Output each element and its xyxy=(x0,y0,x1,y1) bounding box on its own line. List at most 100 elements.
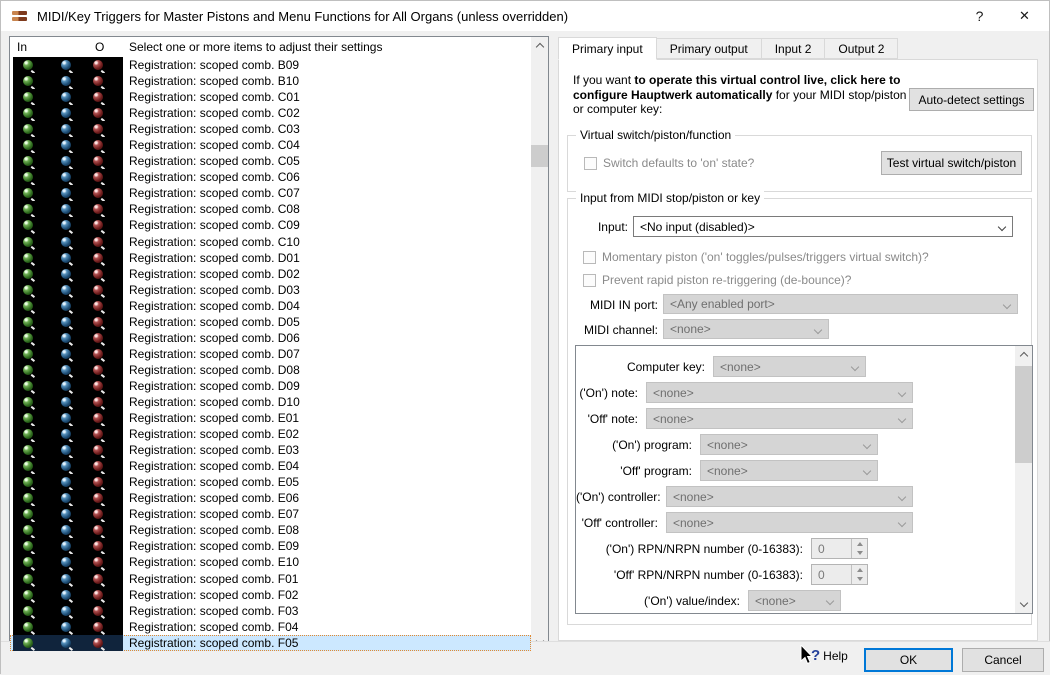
vertical-scroll-thumb[interactable] xyxy=(1015,366,1032,463)
mid-led-icon xyxy=(61,380,71,391)
list-item[interactable]: Registration: scoped comb. C06 xyxy=(10,169,531,186)
list-item[interactable]: Registration: scoped comb. C01 xyxy=(10,89,531,106)
in-led-icon xyxy=(23,316,33,327)
mid-led-icon xyxy=(61,605,71,616)
list-item[interactable]: Registration: scoped comb. E08 xyxy=(10,522,531,539)
scroll-up-button[interactable] xyxy=(531,37,548,54)
detail-combobox: <none> xyxy=(666,512,913,533)
help-question-icon: ? xyxy=(811,647,821,664)
in-led-icon xyxy=(23,445,33,456)
app-icon xyxy=(12,10,28,23)
led-strip xyxy=(13,185,123,202)
tab-primary-output[interactable]: Primary output xyxy=(655,38,762,59)
list-item[interactable]: Registration: scoped comb. D07 xyxy=(10,345,531,362)
scroll-up-button[interactable] xyxy=(1015,346,1032,363)
list-item-label: Registration: scoped comb. C03 xyxy=(129,122,300,137)
list-item[interactable]: Registration: scoped comb. C04 xyxy=(10,137,531,154)
list-item[interactable]: Registration: scoped comb. D06 xyxy=(10,329,531,346)
vertical-scroll-thumb[interactable] xyxy=(531,145,548,167)
list-item[interactable]: Registration: scoped comb. E09 xyxy=(10,538,531,555)
spin-up-button xyxy=(852,565,867,575)
list-item[interactable]: Registration: scoped comb. E04 xyxy=(10,458,531,475)
in-led-icon xyxy=(23,332,33,343)
test-virtual-switch-button[interactable]: Test virtual switch/piston xyxy=(881,151,1022,175)
list-item-label: Registration: scoped comb. E07 xyxy=(129,507,300,522)
list-item[interactable]: Registration: scoped comb. E06 xyxy=(10,490,531,507)
list-item-label: Registration: scoped comb. F02 xyxy=(129,587,299,602)
column-header-in: In xyxy=(17,40,28,54)
detail-panel-scrollbar[interactable] xyxy=(1015,346,1032,613)
auto-detect-settings-button[interactable]: Auto-detect settings xyxy=(909,88,1034,111)
input-combobox[interactable]: <No input (disabled)> xyxy=(633,216,1013,237)
tab-primary-input[interactable]: Primary input xyxy=(558,37,657,60)
list-item[interactable]: Registration: scoped comb. E02 xyxy=(10,426,531,443)
mid-led-icon xyxy=(61,92,71,103)
out-led-icon xyxy=(93,156,103,167)
list-item[interactable]: Registration: scoped comb. F03 xyxy=(10,602,531,619)
tab-output-2[interactable]: Output 2 xyxy=(824,38,899,59)
out-led-icon xyxy=(93,557,103,568)
list-item[interactable]: Registration: scoped comb. C03 xyxy=(10,121,531,138)
list-item[interactable]: Registration: scoped comb. C09 xyxy=(10,217,531,234)
detail-row-label: 'Off' program: xyxy=(620,464,692,478)
virtual-switch-group-title: Virtual switch/piston/function xyxy=(576,128,736,142)
window-help-button[interactable]: ? xyxy=(957,1,1002,31)
list-item[interactable]: Registration: scoped comb. C08 xyxy=(10,201,531,218)
chevron-down-icon xyxy=(850,362,860,372)
intro-pre: If you want xyxy=(573,73,635,87)
list-item[interactable]: Registration: scoped comb. F02 xyxy=(10,586,531,603)
list-item[interactable]: Registration: scoped comb. D02 xyxy=(10,265,531,282)
tab-input-2[interactable]: Input 2 xyxy=(760,38,826,59)
list-item[interactable]: Registration: scoped comb. C07 xyxy=(10,185,531,202)
mid-led-icon xyxy=(61,300,71,311)
window-close-button[interactable]: ✕ xyxy=(1002,1,1047,31)
list-item[interactable]: Registration: scoped comb. F04 xyxy=(10,618,531,635)
midi-channel-label: MIDI channel: xyxy=(583,323,658,337)
scroll-down-button[interactable] xyxy=(1015,596,1032,613)
list-item-label: Registration: scoped comb. F03 xyxy=(129,603,299,618)
momentary-checkbox xyxy=(583,250,596,264)
list-item[interactable]: Registration: scoped comb. E03 xyxy=(10,442,531,459)
led-strip xyxy=(13,377,123,394)
list-item[interactable]: Registration: scoped comb. F01 xyxy=(10,570,531,587)
in-led-icon xyxy=(23,396,33,407)
mid-led-icon xyxy=(61,252,71,263)
close-icon: ✕ xyxy=(1019,8,1030,23)
list-item[interactable]: Registration: scoped comb. D05 xyxy=(10,313,531,330)
mid-led-icon xyxy=(61,493,71,504)
mid-led-icon xyxy=(61,220,71,231)
mid-led-icon xyxy=(61,573,71,584)
led-strip xyxy=(13,121,123,138)
list-item[interactable]: Registration: scoped comb. D04 xyxy=(10,297,531,314)
in-led-icon xyxy=(23,477,33,488)
list-item[interactable]: Registration: scoped comb. D10 xyxy=(10,393,531,411)
triangle-down-icon xyxy=(856,551,863,556)
list-vertical-scrollbar[interactable] xyxy=(531,37,548,651)
led-strip xyxy=(13,105,123,122)
list-item[interactable]: Registration: scoped comb. D01 xyxy=(10,249,531,266)
list-item[interactable]: Registration: scoped comb. D08 xyxy=(10,361,531,378)
list-item[interactable]: Registration: scoped comb. E01 xyxy=(10,410,531,427)
cancel-button[interactable]: Cancel xyxy=(962,648,1044,672)
list-item[interactable]: Registration: scoped comb. E07 xyxy=(10,506,531,523)
led-strip xyxy=(13,538,123,555)
list-item[interactable]: Registration: scoped comb. F05 xyxy=(10,634,531,651)
led-strip xyxy=(13,281,123,298)
list-item[interactable]: Registration: scoped comb. B10 xyxy=(10,73,531,90)
mid-led-icon xyxy=(61,557,71,568)
list-item[interactable]: Registration: scoped comb. D09 xyxy=(10,377,531,394)
list-item[interactable]: Registration: scoped comb. B09 xyxy=(10,57,531,74)
help-button[interactable]: ? Help xyxy=(800,645,848,666)
list-item[interactable]: Registration: scoped comb. C05 xyxy=(10,153,531,170)
dialog-window: MIDI/Key Triggers for Master Pistons and… xyxy=(0,0,1050,675)
list-item[interactable]: Registration: scoped comb. E10 xyxy=(10,554,531,571)
ok-button[interactable]: OK xyxy=(864,648,953,672)
list-item[interactable]: Registration: scoped comb. C02 xyxy=(10,105,531,122)
led-strip xyxy=(13,634,123,651)
list-item[interactable]: Registration: scoped comb. C10 xyxy=(10,233,531,250)
in-led-icon xyxy=(23,461,33,472)
led-strip xyxy=(13,554,123,571)
list-item[interactable]: Registration: scoped comb. E05 xyxy=(10,474,531,491)
list-item[interactable]: Registration: scoped comb. D03 xyxy=(10,281,531,298)
in-led-icon xyxy=(23,637,33,648)
